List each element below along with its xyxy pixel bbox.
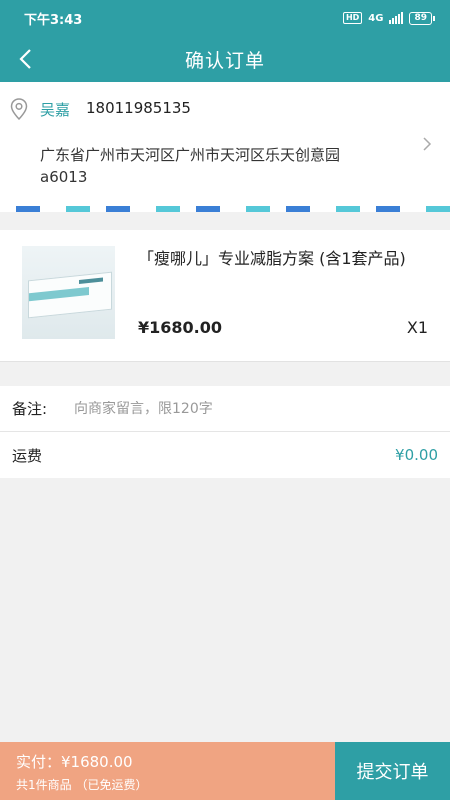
shipping-row: 运费 ¥0.00 <box>0 432 450 478</box>
product-image <box>22 246 115 339</box>
status-bar: 下午3:43 HD 4G 89 <box>0 0 450 36</box>
status-icons: HD 4G 89 <box>342 11 435 25</box>
remark-label: 备注: <box>12 400 48 418</box>
chevron-left-icon <box>19 49 31 69</box>
address-card[interactable]: 吴嘉 18011985135 广东省广州市天河区广州市天河区乐天创意园a6013 <box>0 82 450 212</box>
product-quantity: X1 <box>406 318 428 337</box>
product-price: ¥1680.00 <box>138 318 223 337</box>
submit-order-button[interactable]: 提交订单 <box>335 742 450 800</box>
total-amount: 实付：¥1680.00 <box>16 753 133 771</box>
battery-icon: 89 <box>409 11 435 25</box>
shipping-fee: ¥0.00 <box>395 446 438 464</box>
page-title: 确认订单 <box>184 49 265 72</box>
product-item: 「瘦哪儿」专业减脂方案 (含1套产品) ¥1680.00 X1 <box>0 230 450 362</box>
address-stripe-divider <box>0 206 450 212</box>
signal-icon <box>389 12 404 24</box>
location-pin-icon <box>10 98 28 120</box>
item-count: 共1件商品 （已免运费） <box>16 778 148 792</box>
network-type: 4G <box>368 12 384 24</box>
remark-input[interactable] <box>74 400 414 417</box>
shipping-label: 运费 <box>12 446 43 465</box>
recipient-name: 吴嘉 <box>40 101 71 119</box>
hd-badge: HD <box>342 12 363 24</box>
status-time: 下午3:43 <box>24 12 83 28</box>
chevron-right-icon <box>423 137 432 151</box>
order-summary: 实付：¥1680.00 共1件商品 （已免运费） <box>0 742 335 800</box>
back-button[interactable] <box>8 42 42 76</box>
product-title: 「瘦哪儿」专业减脂方案 (含1套产品) <box>138 249 406 268</box>
remark-row: 备注: <box>0 386 450 432</box>
checkout-footer: 实付：¥1680.00 共1件商品 （已免运费） 提交订单 <box>0 742 450 800</box>
address-detail: 广东省广州市天河区广州市天河区乐天创意园a6013 <box>40 146 341 186</box>
navigation-bar: 确认订单 <box>0 36 450 82</box>
recipient-phone: 18011985135 <box>86 99 191 117</box>
